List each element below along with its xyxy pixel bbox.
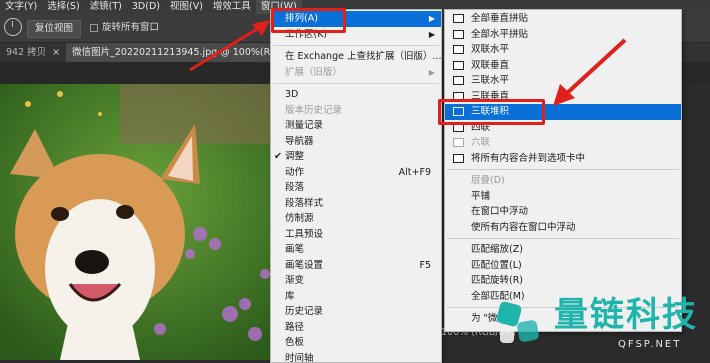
brand-logo-icon [490,293,550,353]
brand-watermark: 量链科技 QFSP.NET [490,285,710,360]
brand-name: 量链科技 [554,295,698,335]
brand-site: QFSP.NET [618,339,681,350]
